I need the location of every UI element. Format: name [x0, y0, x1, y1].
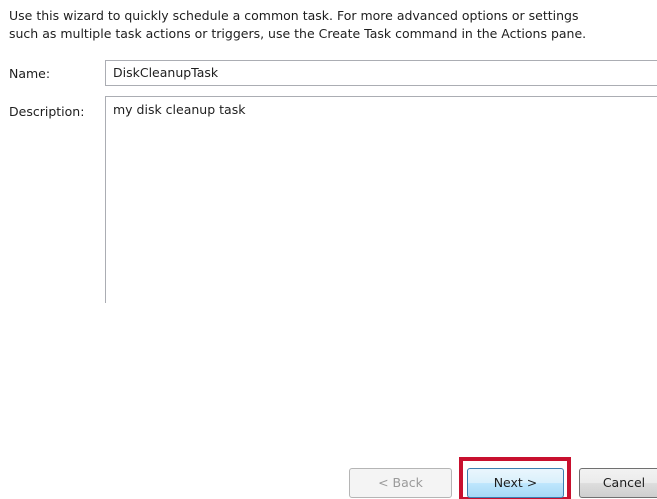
- wizard-instructions: Use this wizard to quickly schedule a co…: [9, 8, 587, 41]
- name-field[interactable]: DiskCleanupTask: [105, 60, 657, 86]
- next-button[interactable]: Next >: [467, 468, 564, 498]
- back-button[interactable]: < Back: [349, 468, 452, 498]
- name-label: Name:: [9, 66, 51, 81]
- description-label: Description:: [9, 104, 85, 119]
- description-field[interactable]: my disk cleanup task: [105, 96, 657, 304]
- cancel-button[interactable]: Cancel: [579, 468, 657, 498]
